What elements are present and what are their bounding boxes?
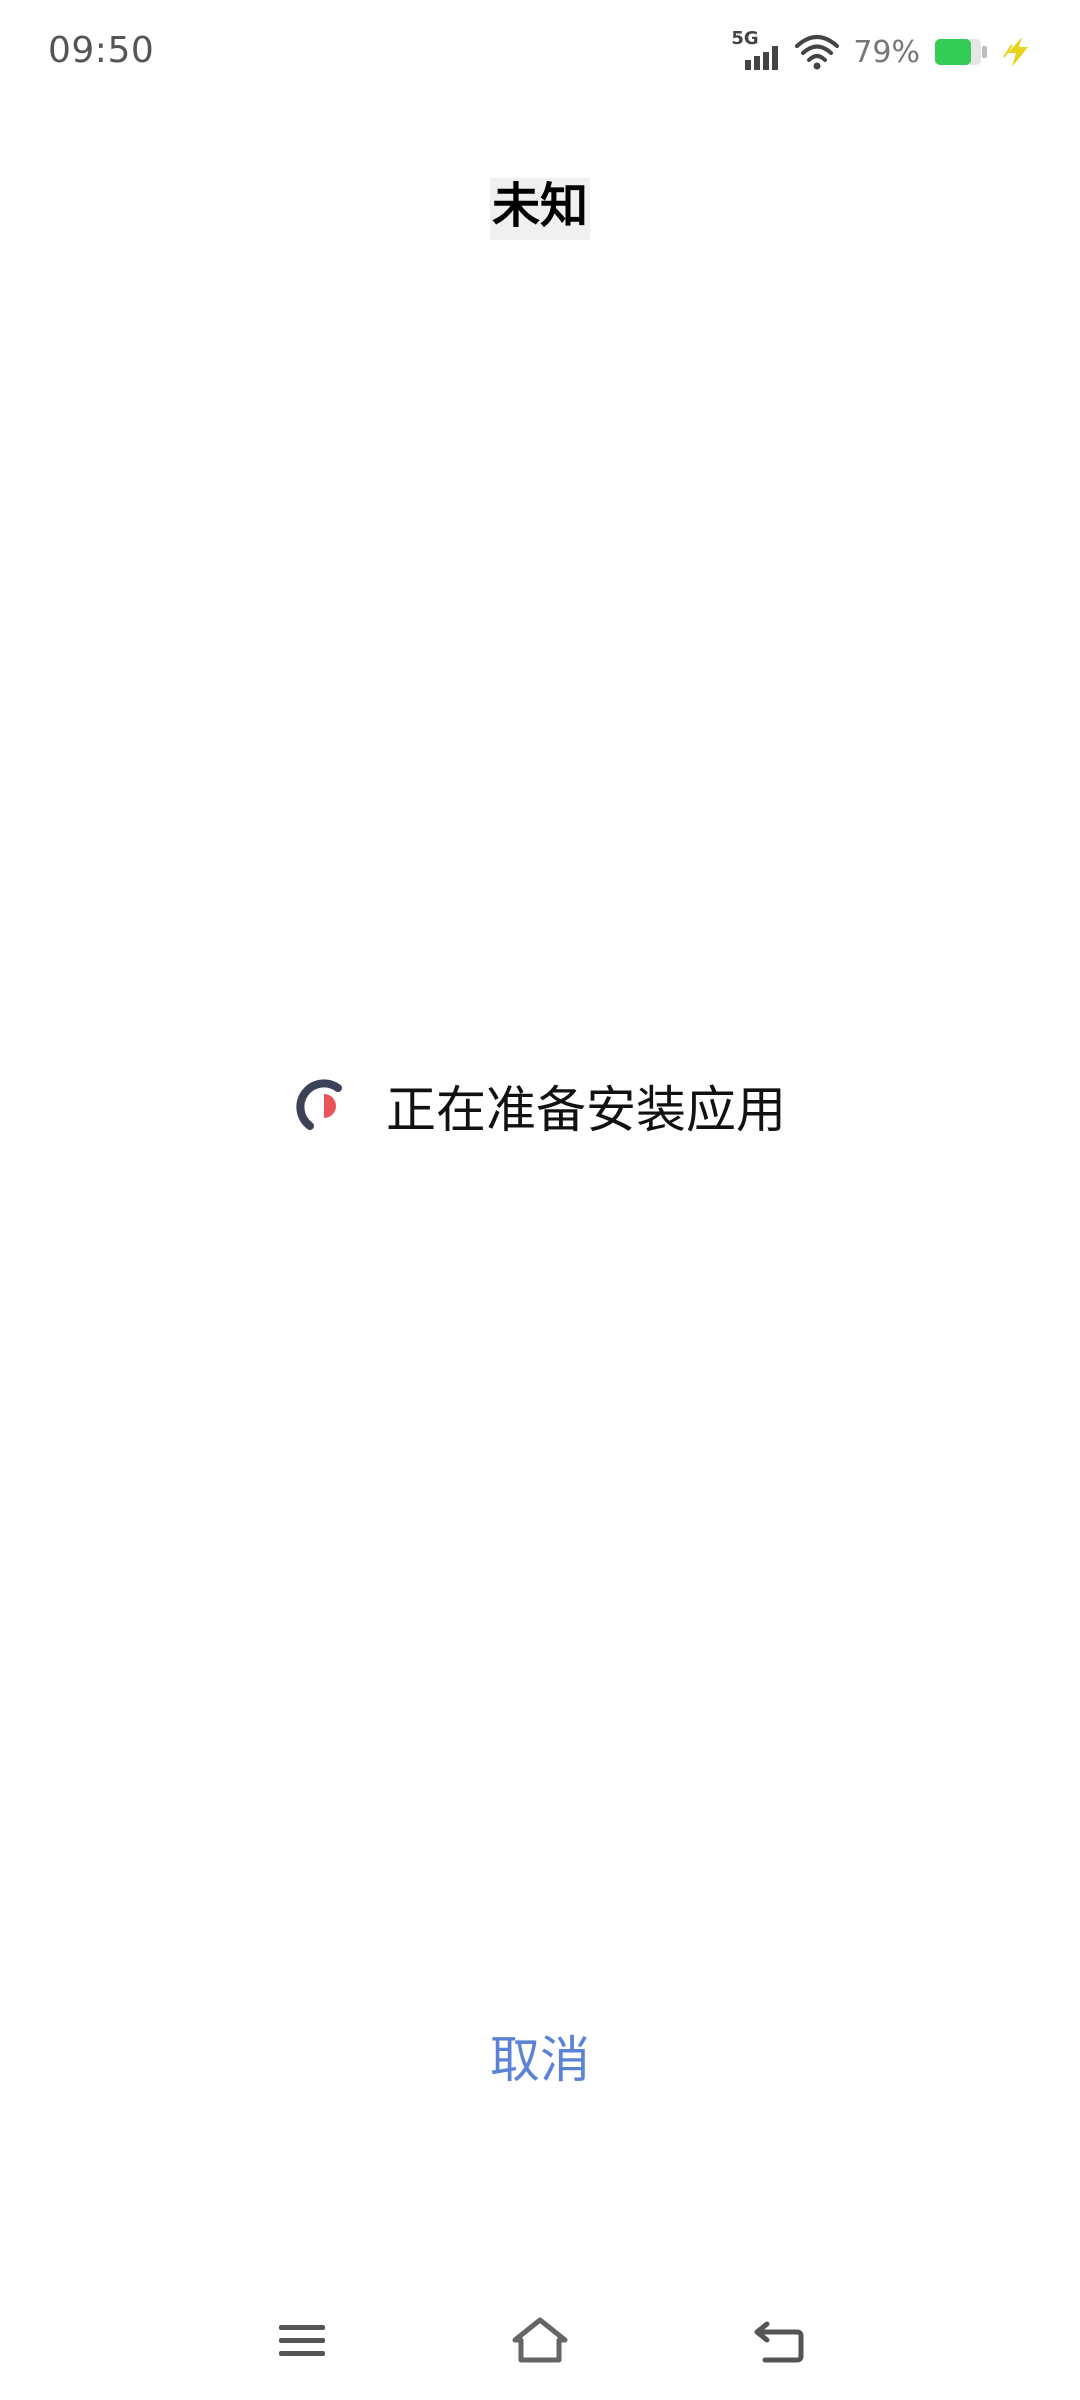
install-progress: 正在准备安装应用 (0, 1070, 1080, 1142)
home-icon (512, 2317, 568, 2363)
status-bar: 09:50 5G 79% (0, 0, 1080, 104)
wifi-icon (795, 35, 840, 70)
battery-icon (935, 39, 987, 65)
charging-icon (1003, 37, 1028, 67)
back-icon (754, 2321, 804, 2363)
status-time: 09:50 (48, 30, 155, 71)
app-name-label: 未知 (489, 178, 590, 240)
install-status-message: 正在准备安装应用 (386, 1081, 786, 1139)
back-button[interactable] (740, 2306, 820, 2376)
recent-apps-button[interactable] (262, 2306, 342, 2376)
cancel-button[interactable]: 取消 (0, 2020, 1080, 2092)
menu-icon (279, 2325, 325, 2356)
loading-spinner-icon (296, 1079, 342, 1130)
home-button[interactable] (500, 2306, 580, 2376)
battery-percentage: 79% (853, 34, 920, 70)
dialog-title: 未知 (0, 178, 1080, 240)
status-icons: 5G 79% (731, 28, 1032, 76)
navigation-bar (0, 2280, 1080, 2400)
cellular-signal-icon: 5G (731, 28, 781, 72)
